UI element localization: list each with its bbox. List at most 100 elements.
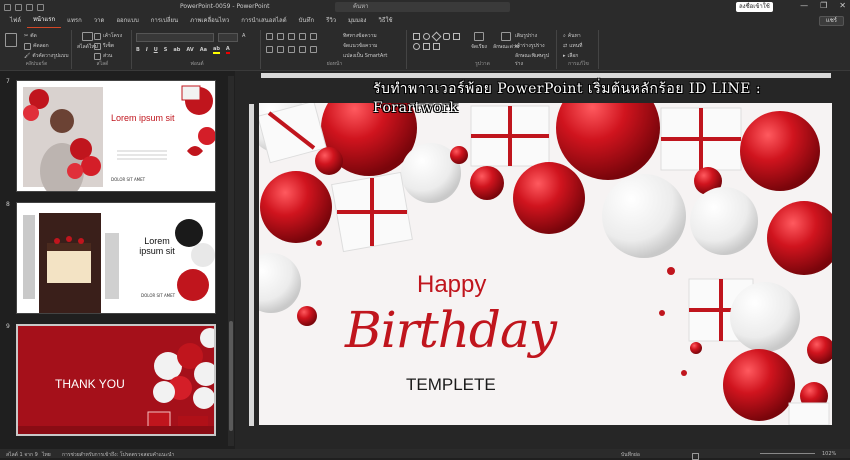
align-row: [266, 46, 317, 53]
spacing-icon[interactable]: AV: [186, 47, 193, 53]
replace-icon: ⇄: [563, 43, 568, 49]
copy-button[interactable]: คัดลอก: [24, 42, 49, 50]
font-size-select[interactable]: [218, 33, 238, 42]
paste-icon: [5, 33, 17, 47]
slide-7-art: [17, 81, 215, 191]
align-right-icon[interactable]: [288, 46, 295, 53]
slide-happy-text[interactable]: Happy: [417, 271, 486, 299]
save-icon[interactable]: [15, 3, 22, 11]
replace-button[interactable]: ⇄ แทนที่: [563, 42, 582, 50]
columns-icon[interactable]: [310, 46, 317, 53]
cut-label: ตัด: [30, 33, 37, 39]
shape-fill-label: เติมรูปร่าง: [515, 33, 538, 39]
share-button[interactable]: แชร์: [818, 16, 844, 26]
thumbnail-scrollbar[interactable]: [228, 76, 234, 446]
tab-transitions[interactable]: การเปลี่ยน: [145, 14, 184, 28]
redo-icon[interactable]: [37, 3, 44, 11]
line-spacing-icon[interactable]: [310, 33, 317, 40]
triangle-shape-icon[interactable]: [423, 43, 430, 50]
diamond-shape-icon[interactable]: [431, 31, 442, 42]
shape-outline-label: เค้าร่างรูปร่าง: [515, 43, 545, 49]
smartart-button[interactable]: แปลงเป็น SmartArt: [343, 52, 387, 60]
slide-thumbnail-8[interactable]: Lorem ipsum sit DOLOR SIT AMET: [16, 202, 216, 314]
slide-number: 7: [6, 78, 10, 85]
tab-slideshow[interactable]: การนำเสนอสไลด์: [235, 14, 292, 28]
shape-fill-button[interactable]: เติมรูปร่าง: [515, 32, 537, 40]
scrollbar-thumb[interactable]: [229, 321, 233, 431]
close-icon[interactable]: ✕: [839, 1, 846, 10]
rounded-rect-shape-icon[interactable]: [443, 33, 450, 40]
select-button[interactable]: ▸ เลือก: [563, 52, 578, 60]
rectangle-shape-icon[interactable]: [413, 33, 420, 40]
font-group: A B I U Sab AV Aa ab A ฟอนต์: [134, 30, 261, 69]
slide-templete-text[interactable]: TEMPLETE: [406, 375, 496, 395]
paste-button[interactable]: [5, 33, 17, 47]
tab-file[interactable]: ไฟล์: [4, 14, 27, 28]
select-icon: ▸: [563, 53, 566, 59]
tab-design[interactable]: ออกแบบ: [110, 14, 144, 28]
arrange-button[interactable]: จัดเรียง: [471, 32, 487, 51]
reset-button[interactable]: รีเซ็ต: [94, 42, 114, 50]
increase-font-icon[interactable]: A: [242, 33, 245, 39]
restore-icon[interactable]: ❐: [820, 1, 827, 10]
arrow-shape-icon[interactable]: [433, 43, 440, 50]
align-left-icon[interactable]: [266, 46, 273, 53]
tab-animations[interactable]: ภาพเคลื่อนไหว: [184, 14, 235, 28]
tab-review[interactable]: รีวิว: [320, 14, 342, 28]
numbering-icon[interactable]: [277, 33, 284, 40]
case-icon[interactable]: Aa: [200, 47, 207, 53]
slides-group: สไลด์ใหม่ เค้าโครง รีเซ็ต ส่วน สไลด์: [74, 30, 132, 69]
italic-icon[interactable]: I: [146, 47, 148, 53]
align-text-button[interactable]: จัดแนวข้อความ: [343, 42, 377, 50]
zoom-slider[interactable]: [760, 453, 815, 454]
font-color-icon[interactable]: A: [225, 46, 230, 54]
current-slide[interactable]: Happy Birthday TEMPLETE: [259, 103, 832, 425]
minimize-icon[interactable]: —: [800, 1, 808, 10]
strikethrough-icon[interactable]: S: [164, 47, 168, 53]
format-painter-button[interactable]: 🖌 ตัวคัดวางรูปแบบ: [24, 52, 69, 60]
slide-thumbnail-7[interactable]: Lorem ipsum sit DOLOR SIT AMET: [16, 80, 216, 192]
undo-icon[interactable]: [26, 3, 33, 11]
tab-record[interactable]: บันทึก: [293, 14, 321, 28]
circle-shape-icon[interactable]: [413, 43, 420, 50]
oval-shape-icon[interactable]: [423, 33, 430, 40]
indent-increase-icon[interactable]: [299, 33, 306, 40]
quick-styles-icon: [501, 32, 512, 41]
align-center-icon[interactable]: [277, 46, 284, 53]
bold-icon[interactable]: B: [136, 47, 140, 53]
slide-birthday-text[interactable]: Birthday: [345, 301, 557, 359]
shape-outline-button[interactable]: เค้าร่างรูปร่าง: [515, 42, 545, 50]
slide-8-subtitle: DOLOR SIT AMET: [141, 293, 176, 298]
arrange-icon: [473, 32, 484, 41]
font-format-row: B I U Sab AV Aa ab A: [136, 46, 230, 54]
line-shape-icon[interactable]: [453, 33, 460, 40]
find-button[interactable]: ⌕ ค้นหา: [563, 32, 581, 40]
layout-button[interactable]: เค้าโครง: [94, 32, 122, 40]
text-direction-button[interactable]: ทิศทางข้อความ: [343, 32, 377, 40]
section-button[interactable]: ส่วน: [94, 52, 112, 60]
copy-label: คัดลอก: [33, 43, 49, 49]
slide-9-title: THANK YOU: [55, 377, 125, 391]
underline-icon[interactable]: U: [154, 47, 158, 53]
tab-help[interactable]: วิธีใช้: [372, 14, 398, 28]
autosave-icon[interactable]: [4, 3, 11, 11]
zoom-level[interactable]: 102%: [822, 451, 836, 457]
slideshow-icon[interactable]: [692, 453, 699, 460]
align-text-label: จัดแนวข้อความ: [343, 43, 378, 49]
search-box[interactable]: ค้นหา: [335, 2, 510, 12]
tab-insert[interactable]: แทรก: [61, 14, 88, 28]
font-family-select[interactable]: [136, 33, 214, 42]
tab-draw[interactable]: วาด: [88, 14, 111, 28]
sign-in-button[interactable]: ลงชื่อเข้าใช้: [736, 2, 773, 12]
highlight-icon[interactable]: ab: [212, 46, 220, 54]
cut-button[interactable]: ✂ ตัด: [24, 32, 37, 40]
indent-decrease-icon[interactable]: [288, 33, 295, 40]
search-placeholder: ค้นหา: [353, 3, 369, 10]
clipboard-label: คลิปบอร์ด: [25, 61, 48, 67]
justify-icon[interactable]: [299, 46, 306, 53]
tab-home[interactable]: หน้าแรก: [26, 13, 62, 29]
shadow-icon[interactable]: ab: [173, 47, 180, 53]
tab-view[interactable]: มุมมอง: [342, 14, 372, 28]
slide-thumbnail-9[interactable]: THANK YOU: [16, 324, 216, 436]
bullets-icon[interactable]: [266, 33, 273, 40]
